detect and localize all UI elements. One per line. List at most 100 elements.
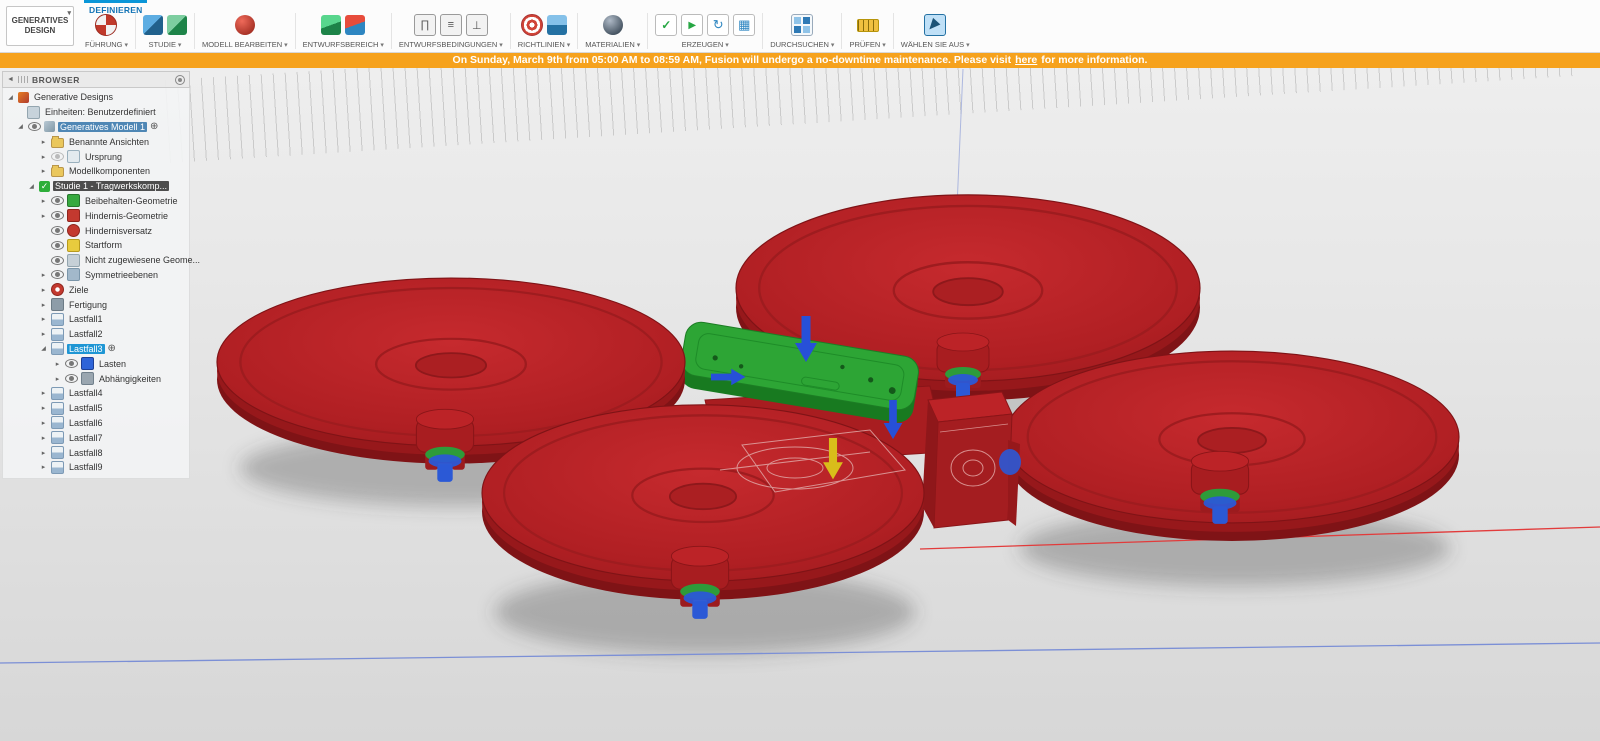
browser-collapse-icon[interactable] <box>7 76 14 83</box>
add-icon[interactable] <box>108 344 116 354</box>
viewport-canvas[interactable] <box>0 0 1600 741</box>
constraint-icon-1[interactable]: ∏ <box>414 14 436 36</box>
tree-item-lasten[interactable]: Lasten <box>3 356 189 371</box>
expand-collapsed-icon[interactable] <box>39 212 48 220</box>
visibility-eye-icon[interactable] <box>51 196 64 205</box>
visibility-eye-icon[interactable] <box>51 226 64 235</box>
tree-item-hindernis-geometrie[interactable]: Hindernis-Geometrie <box>3 208 189 223</box>
browser-grip-icon[interactable] <box>18 76 28 83</box>
studie-icon[interactable] <box>143 15 163 35</box>
add-icon[interactable] <box>150 122 158 132</box>
tree-item-lastfall8[interactable]: Lastfall8 <box>3 445 189 460</box>
tree-item-lastfall1[interactable]: Lastfall1 <box>3 312 189 327</box>
tree-item-ziele[interactable]: Ziele <box>3 282 189 297</box>
tree-item-generative-designs[interactable]: Generative Designs <box>3 90 189 105</box>
fuehrung-dropdown[interactable]: FÜHRUNG <box>85 40 128 49</box>
expand-collapsed-icon[interactable] <box>53 375 62 383</box>
modell-bearbeiten-dropdown[interactable]: MODELL BEARBEITEN <box>202 40 288 49</box>
expand-collapsed-icon[interactable] <box>39 153 48 161</box>
visibility-eye-icon[interactable] <box>51 270 64 279</box>
expand-expanded-icon[interactable] <box>27 183 36 190</box>
expand-collapsed-icon[interactable] <box>39 419 48 427</box>
tree-item-beibehalten-geometrie[interactable]: Beibehalten-Geometrie <box>3 194 189 209</box>
durchsuchen-icon[interactable] <box>791 14 813 36</box>
expand-collapsed-icon[interactable] <box>39 286 48 294</box>
tree-item-lastfall9[interactable]: Lastfall9 <box>3 460 189 475</box>
tree-item-hindernisversatz[interactable]: Hindernisversatz <box>3 223 189 238</box>
pruefen-dropdown[interactable]: PRÜFEN <box>849 40 885 49</box>
expand-collapsed-icon[interactable] <box>39 138 48 146</box>
tree-item-lastfall3[interactable]: Lastfall3 <box>3 342 189 357</box>
tree-item-einheiten[interactable]: Einheiten: Benutzerdefiniert <box>3 105 189 120</box>
erzeugen-check-icon[interactable]: ✓ <box>655 14 677 36</box>
expand-collapsed-icon[interactable] <box>39 271 48 279</box>
tree-item-startform[interactable]: Startform <box>3 238 189 253</box>
expand-collapsed-icon[interactable] <box>39 404 48 412</box>
obstacle-region-icon[interactable] <box>345 15 365 35</box>
richtlinien-dropdown[interactable]: RICHTLINIEN <box>518 40 571 49</box>
tree-item-lastfall5[interactable]: Lastfall5 <box>3 401 189 416</box>
studie-settings-icon[interactable] <box>167 15 187 35</box>
erzeugen-table-icon[interactable]: ▦ <box>733 14 755 36</box>
guideline-target-icon[interactable] <box>521 14 543 36</box>
tree-item-lastfall4[interactable]: Lastfall4 <box>3 386 189 401</box>
tree-item-studie-1[interactable]: Studie 1 - Tragwerkskomp... <box>3 179 189 194</box>
visibility-eye-icon[interactable] <box>65 359 78 368</box>
expand-collapsed-icon[interactable] <box>39 449 48 457</box>
tree-item-modellkomponenten[interactable]: Modellkomponenten <box>3 164 189 179</box>
expand-collapsed-icon[interactable] <box>39 167 48 175</box>
tree-item-fertigung[interactable]: Fertigung <box>3 297 189 312</box>
waehlen-dropdown[interactable]: WÄHLEN SIE AUS <box>901 40 970 49</box>
entwurfsbereich-dropdown[interactable]: ENTWURFSBEREICH <box>303 40 384 49</box>
constraint-icon-3[interactable]: ⊥ <box>466 14 488 36</box>
tree-item-generatives-modell-1[interactable]: Generatives Modell 1 <box>3 120 189 135</box>
entwurfsbedingungen-dropdown[interactable]: ENTWURFSBEDINGUNGEN <box>399 40 503 49</box>
expand-expanded-icon[interactable] <box>6 94 15 101</box>
banner-link[interactable]: here <box>1015 54 1037 66</box>
tree-item-lastfall6[interactable]: Lastfall6 <box>3 416 189 431</box>
visibility-eye-icon[interactable] <box>51 256 64 265</box>
visibility-eye-icon[interactable] <box>51 152 64 161</box>
tree-item-ursprung[interactable]: Ursprung <box>3 149 189 164</box>
rotor-right[interactable] <box>1005 351 1459 541</box>
workspace-switcher[interactable]: GENERATIVES DESIGN <box>6 6 74 46</box>
tree-item-symmetrieebenen[interactable]: Symmetrieebenen <box>3 268 189 283</box>
expand-collapsed-icon[interactable] <box>53 360 62 368</box>
durchsuchen-dropdown[interactable]: DURCHSUCHEN <box>770 40 834 49</box>
tree-item-lastfall7[interactable]: Lastfall7 <box>3 430 189 445</box>
study-check-icon[interactable] <box>39 181 50 192</box>
studie-dropdown[interactable]: STUDIE <box>148 40 181 49</box>
tree-item-abhaengigkeiten[interactable]: Abhängigkeiten <box>3 371 189 386</box>
erzeugen-play-icon[interactable]: ▶ <box>681 14 703 36</box>
load-case-icon <box>51 431 64 444</box>
browser-filter-icon[interactable] <box>175 75 185 85</box>
expand-collapsed-icon[interactable] <box>39 315 48 323</box>
erzeugen-dropdown[interactable]: ERZEUGEN <box>682 40 729 49</box>
materialien-dropdown[interactable]: MATERIALIEN <box>585 40 640 49</box>
expand-collapsed-icon[interactable] <box>39 463 48 471</box>
expand-expanded-icon[interactable] <box>16 123 25 130</box>
visibility-eye-icon[interactable] <box>51 241 64 250</box>
modell-bearbeiten-icon[interactable] <box>235 15 255 35</box>
pruefen-ruler-icon[interactable] <box>857 19 879 32</box>
preserve-region-icon[interactable] <box>321 15 341 35</box>
constraint-icon-2[interactable]: ≡ <box>440 14 462 36</box>
model-scene[interactable] <box>0 0 1600 741</box>
expand-collapsed-icon[interactable] <box>39 330 48 338</box>
tree-item-nicht-zugewiesene[interactable]: Nicht zugewiesene Geome... <box>3 253 189 268</box>
expand-collapsed-icon[interactable] <box>39 197 48 205</box>
tree-item-lastfall2[interactable]: Lastfall2 <box>3 327 189 342</box>
expand-collapsed-icon[interactable] <box>39 389 48 397</box>
expand-collapsed-icon[interactable] <box>39 301 48 309</box>
erzeugen-refresh-icon[interactable]: ↻ <box>707 14 729 36</box>
expand-collapsed-icon[interactable] <box>39 434 48 442</box>
select-cursor-icon[interactable] <box>924 14 946 36</box>
guideline-layers-icon[interactable] <box>547 15 567 35</box>
fuehrung-icon[interactable] <box>95 14 117 36</box>
visibility-eye-icon[interactable] <box>28 122 41 131</box>
expand-expanded-icon[interactable] <box>39 345 48 352</box>
materialien-icon[interactable] <box>603 15 623 35</box>
visibility-eye-icon[interactable] <box>65 374 78 383</box>
visibility-eye-icon[interactable] <box>51 211 64 220</box>
tree-item-benannte-ansichten[interactable]: Benannte Ansichten <box>3 134 189 149</box>
